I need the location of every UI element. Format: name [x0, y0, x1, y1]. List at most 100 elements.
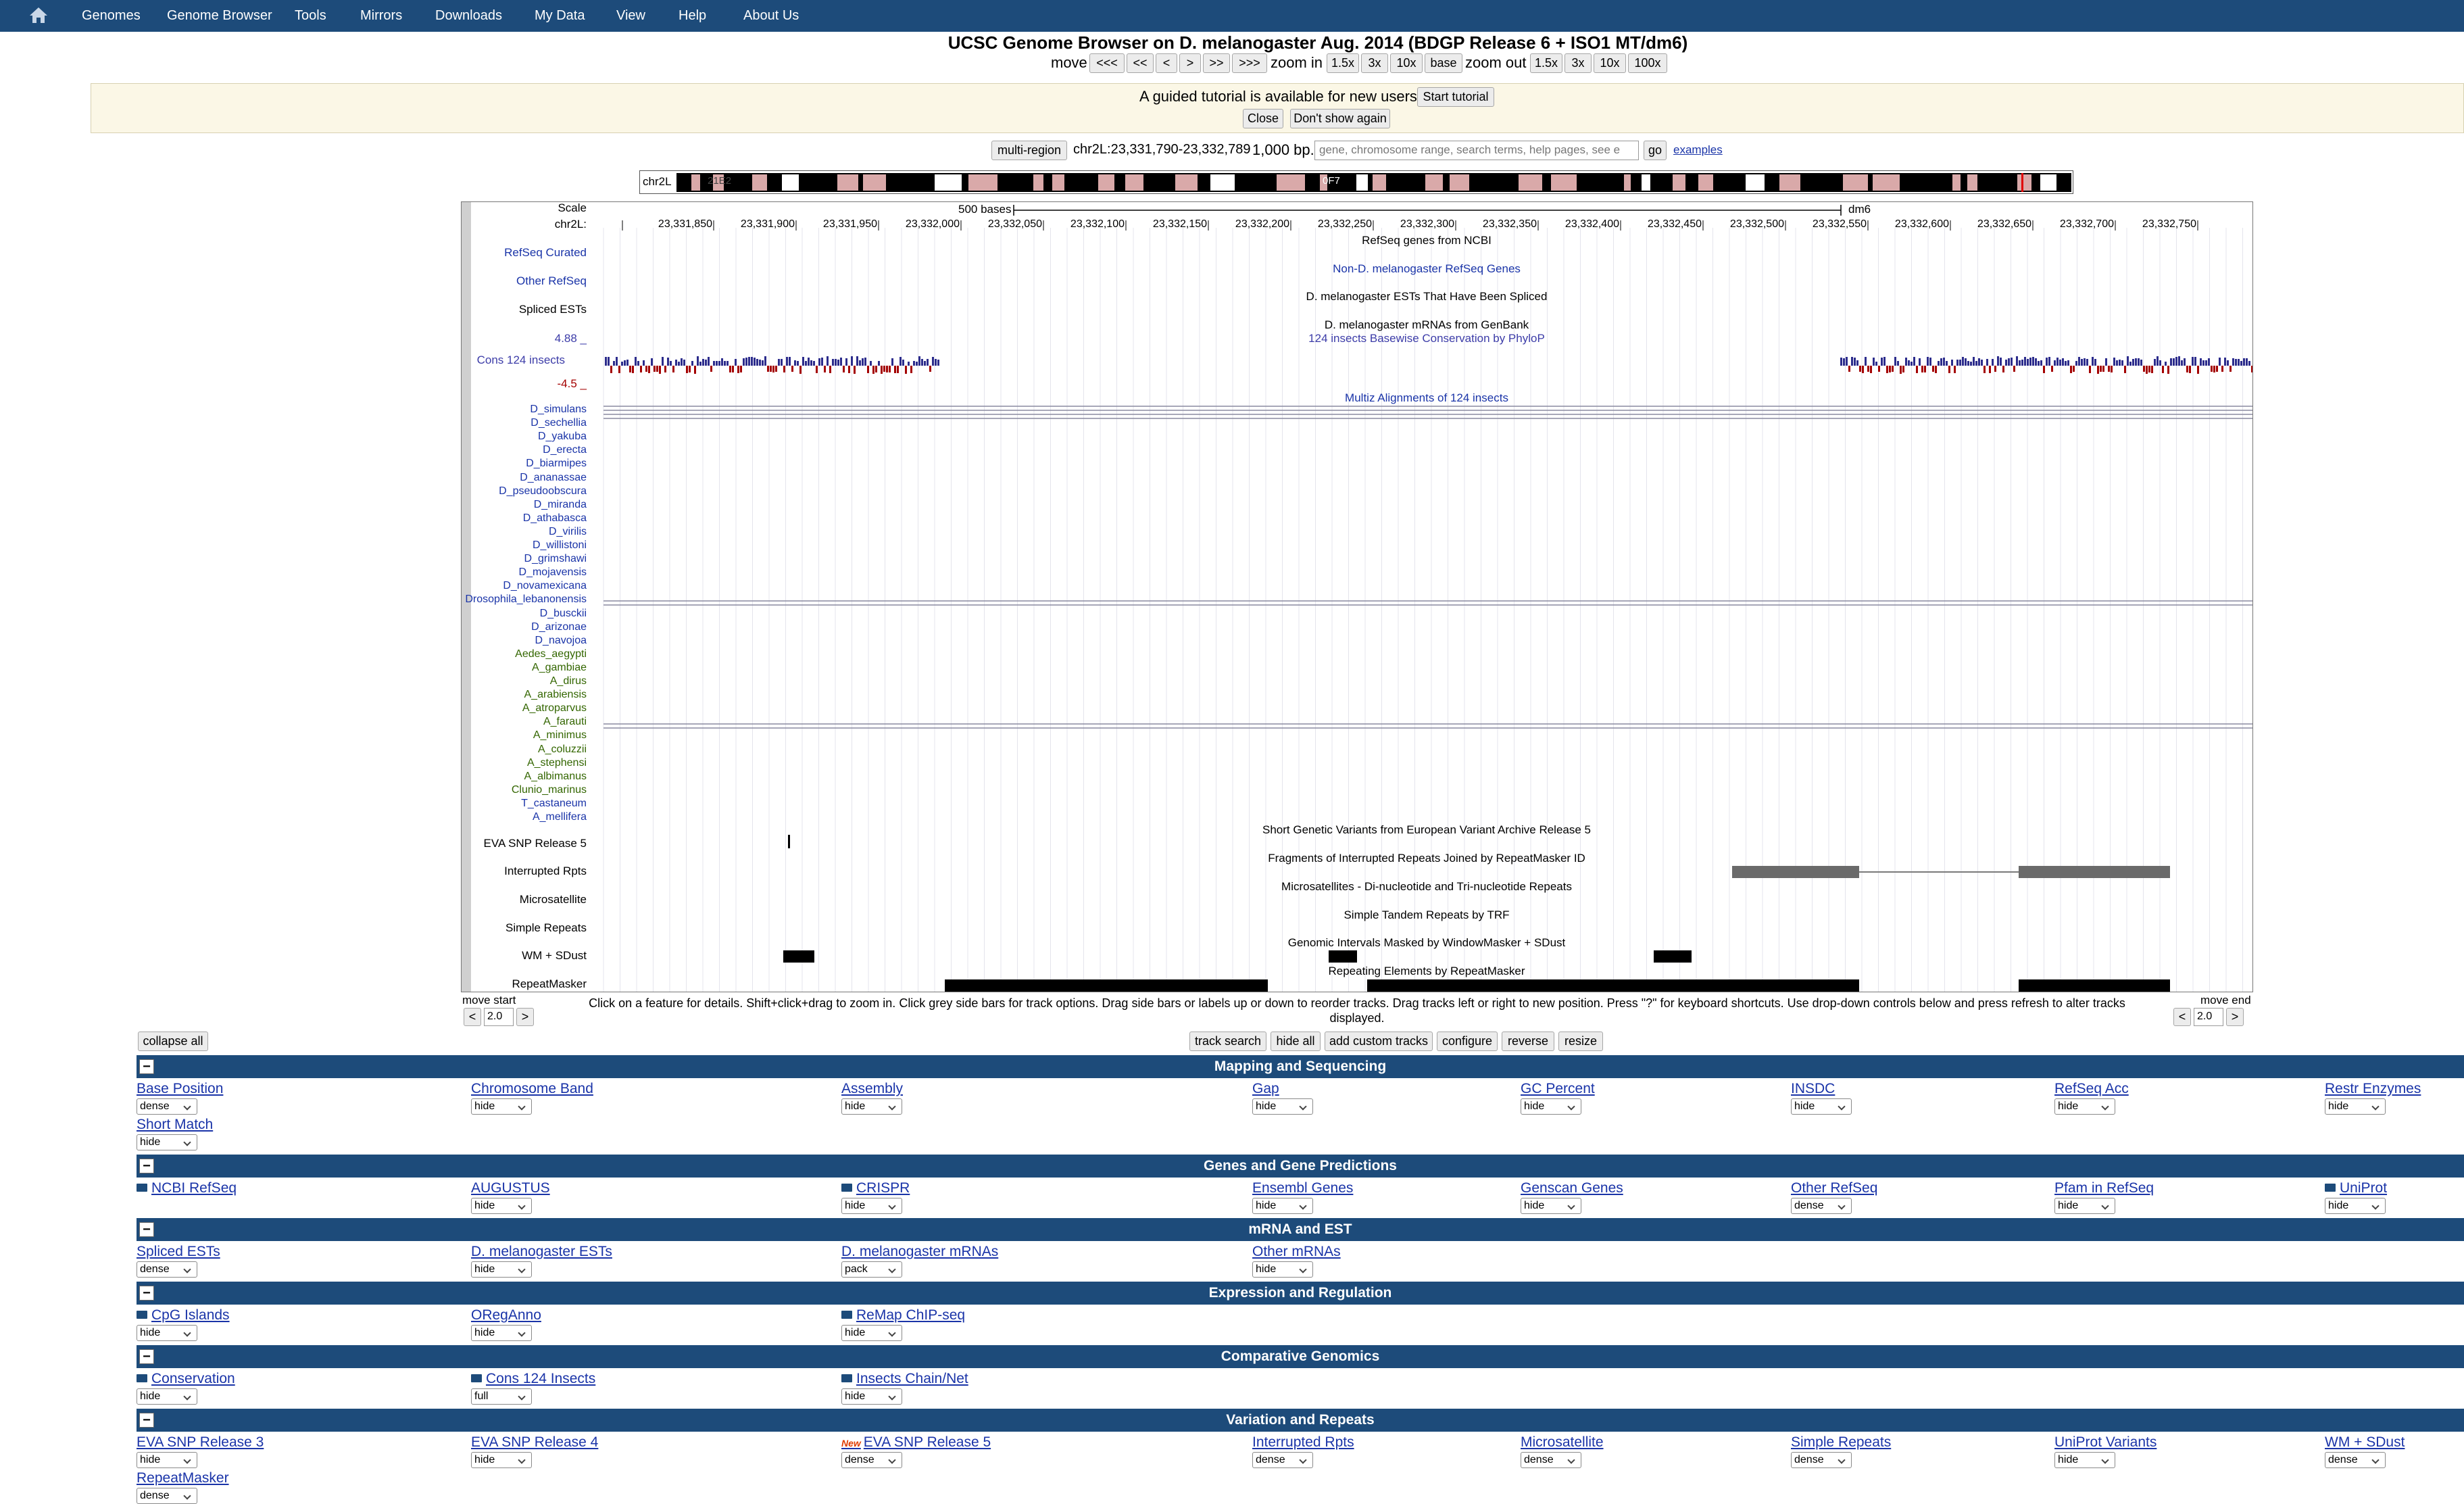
- nav-genomes[interactable]: Genomes: [82, 0, 141, 32]
- position-search-input[interactable]: gene, chromosome range, search terms, he…: [1314, 141, 1639, 160]
- nav-tools[interactable]: Tools: [295, 0, 326, 32]
- track-name[interactable]: INSDC: [1791, 1081, 1835, 1096]
- species-label[interactable]: A_arabiensis: [524, 689, 587, 701]
- track-name[interactable]: Spliced ESTs: [137, 1244, 220, 1259]
- track-config-link[interactable]: INSDC: [1791, 1081, 1835, 1097]
- label-simple-repeats[interactable]: Simple Repeats: [506, 921, 587, 935]
- nav-mirrors[interactable]: Mirrors: [360, 0, 402, 32]
- track-visibility-select[interactable]: hide: [471, 1261, 532, 1278]
- track-name[interactable]: NCBI RefSeq: [151, 1180, 237, 1196]
- species-label[interactable]: D_novamexicana: [503, 580, 587, 592]
- track-visibility-select[interactable]: hide: [1252, 1198, 1313, 1214]
- examples-link[interactable]: examples: [1673, 143, 1723, 157]
- species-label[interactable]: D_pseudoobscura: [499, 485, 587, 498]
- track-visibility-select[interactable]: hide: [471, 1198, 532, 1214]
- track-name[interactable]: ReMap ChIP-seq: [856, 1307, 965, 1323]
- track-visibility-select[interactable]: hide: [841, 1325, 902, 1341]
- nav-genome-browser[interactable]: Genome Browser: [167, 0, 272, 32]
- species-label[interactable]: Drosophila_lebanonensis: [465, 593, 587, 606]
- label-microsatellite[interactable]: Microsatellite: [520, 893, 587, 906]
- species-label[interactable]: D_grimshawi: [524, 553, 587, 565]
- track-config-link[interactable]: Interrupted Rpts: [1252, 1434, 1354, 1451]
- track-name[interactable]: Ensembl Genes: [1252, 1180, 1353, 1196]
- track-search-button[interactable]: track search: [1189, 1032, 1266, 1051]
- track-name[interactable]: Microsatellite: [1521, 1434, 1604, 1450]
- track-name[interactable]: ORegAnno: [471, 1307, 541, 1323]
- move-nudge-left-button[interactable]: <: [1156, 53, 1177, 73]
- track-name[interactable]: Other RefSeq: [1791, 1180, 1877, 1196]
- track-config-link[interactable]: ReMap ChIP-seq: [841, 1307, 965, 1324]
- species-label[interactable]: D_simulans: [530, 404, 587, 416]
- track-config-link[interactable]: RepeatMasker: [137, 1470, 229, 1486]
- track-config-link[interactable]: Microsatellite: [1521, 1434, 1604, 1451]
- multi-region-button[interactable]: multi-region: [991, 141, 1067, 160]
- nav-about-us[interactable]: About Us: [743, 0, 799, 32]
- zoom-in-3x-button[interactable]: 3x: [1361, 53, 1388, 73]
- close-tutorial-button[interactable]: Close: [1243, 109, 1283, 128]
- group-collapse-icon[interactable]: −: [139, 1222, 154, 1237]
- species-label[interactable]: D_ananassae: [520, 472, 587, 484]
- track-visibility-select[interactable]: hide: [2054, 1452, 2115, 1468]
- species-label[interactable]: D_busckii: [540, 608, 587, 620]
- label-wm-sdust[interactable]: WM + SDust: [522, 949, 587, 963]
- track-visibility-select[interactable]: dense: [137, 1488, 197, 1504]
- track-name[interactable]: Pfam in RefSeq: [2054, 1180, 2154, 1196]
- species-label[interactable]: D_willistoni: [533, 539, 587, 552]
- track-visibility-select[interactable]: dense: [1521, 1452, 1581, 1468]
- track-name[interactable]: Cons 124 Insects: [486, 1371, 595, 1386]
- track-name[interactable]: D. melanogaster ESTs: [471, 1244, 612, 1259]
- track-config-link[interactable]: D. melanogaster ESTs: [471, 1244, 612, 1260]
- species-label[interactable]: Aedes_aegypti: [515, 648, 587, 660]
- track-config-link[interactable]: D. melanogaster mRNAs: [841, 1244, 998, 1260]
- species-label[interactable]: D_miranda: [534, 499, 587, 511]
- track-visibility-select[interactable]: dense: [841, 1452, 902, 1468]
- track-visibility-select[interactable]: pack: [841, 1261, 902, 1278]
- zoom-out-1.5x-button[interactable]: 1.5x: [1530, 53, 1562, 73]
- species-label[interactable]: D_navojoa: [535, 635, 587, 647]
- track-config-link[interactable]: Short Match: [137, 1117, 213, 1133]
- track-config-link[interactable]: Ensembl Genes: [1252, 1180, 1353, 1196]
- start-tutorial-button[interactable]: Start tutorial: [1417, 87, 1494, 107]
- track-name[interactable]: Simple Repeats: [1791, 1434, 1891, 1450]
- track-visibility-select[interactable]: hide: [841, 1198, 902, 1214]
- track-visibility-select[interactable]: hide: [2325, 1098, 2386, 1115]
- species-label[interactable]: A_mellifera: [533, 811, 587, 823]
- move-start-left-button[interactable]: <: [464, 1008, 481, 1026]
- track-name[interactable]: GC Percent: [1521, 1081, 1595, 1096]
- species-label[interactable]: A_stephensi: [527, 757, 587, 769]
- collapse-all-button[interactable]: collapse all: [138, 1032, 208, 1051]
- track-visibility-select[interactable]: dense: [137, 1098, 197, 1115]
- move-end-input[interactable]: 2.0: [2194, 1008, 2223, 1026]
- species-label[interactable]: D_sechellia: [531, 417, 587, 429]
- species-label[interactable]: D_biarmipes: [526, 458, 587, 470]
- track-name[interactable]: Assembly: [841, 1081, 903, 1096]
- zoom-out-10x-button[interactable]: 10x: [1594, 53, 1626, 73]
- label-eva-snp[interactable]: EVA SNP Release 5: [484, 837, 587, 850]
- track-config-link[interactable]: New EVA SNP Release 5: [841, 1434, 991, 1451]
- track-config-link[interactable]: Other mRNAs: [1252, 1244, 1341, 1260]
- move-start-input[interactable]: 2.0: [484, 1008, 514, 1026]
- resize-button[interactable]: resize: [1558, 1032, 1603, 1051]
- track-visibility-select[interactable]: hide: [471, 1325, 532, 1341]
- species-label[interactable]: Clunio_marinus: [512, 784, 587, 796]
- group-collapse-icon[interactable]: −: [139, 1413, 154, 1428]
- configure-button[interactable]: configure: [1437, 1032, 1498, 1051]
- nav-my-data[interactable]: My Data: [535, 0, 585, 32]
- track-config-link[interactable]: NCBI RefSeq: [137, 1180, 237, 1196]
- species-label[interactable]: D_yakuba: [538, 431, 587, 443]
- track-name[interactable]: AUGUSTUS: [471, 1180, 550, 1196]
- group-collapse-icon[interactable]: −: [139, 1159, 154, 1173]
- track-config-link[interactable]: Chromosome Band: [471, 1081, 593, 1097]
- track-visibility-select[interactable]: dense: [1791, 1452, 1852, 1468]
- nav-downloads[interactable]: Downloads: [435, 0, 502, 32]
- group-collapse-icon[interactable]: −: [139, 1059, 154, 1074]
- go-button[interactable]: go: [1644, 141, 1667, 160]
- track-config-link[interactable]: Spliced ESTs: [137, 1244, 220, 1260]
- track-visibility-select[interactable]: full: [471, 1388, 532, 1405]
- group-collapse-icon[interactable]: −: [139, 1286, 154, 1301]
- track-visibility-select[interactable]: hide: [471, 1098, 532, 1115]
- track-visibility-select[interactable]: hide: [137, 1134, 197, 1150]
- track-config-link[interactable]: Genscan Genes: [1521, 1180, 1623, 1196]
- track-visibility-select[interactable]: hide: [2054, 1098, 2115, 1115]
- track-visibility-select[interactable]: hide: [1252, 1261, 1313, 1278]
